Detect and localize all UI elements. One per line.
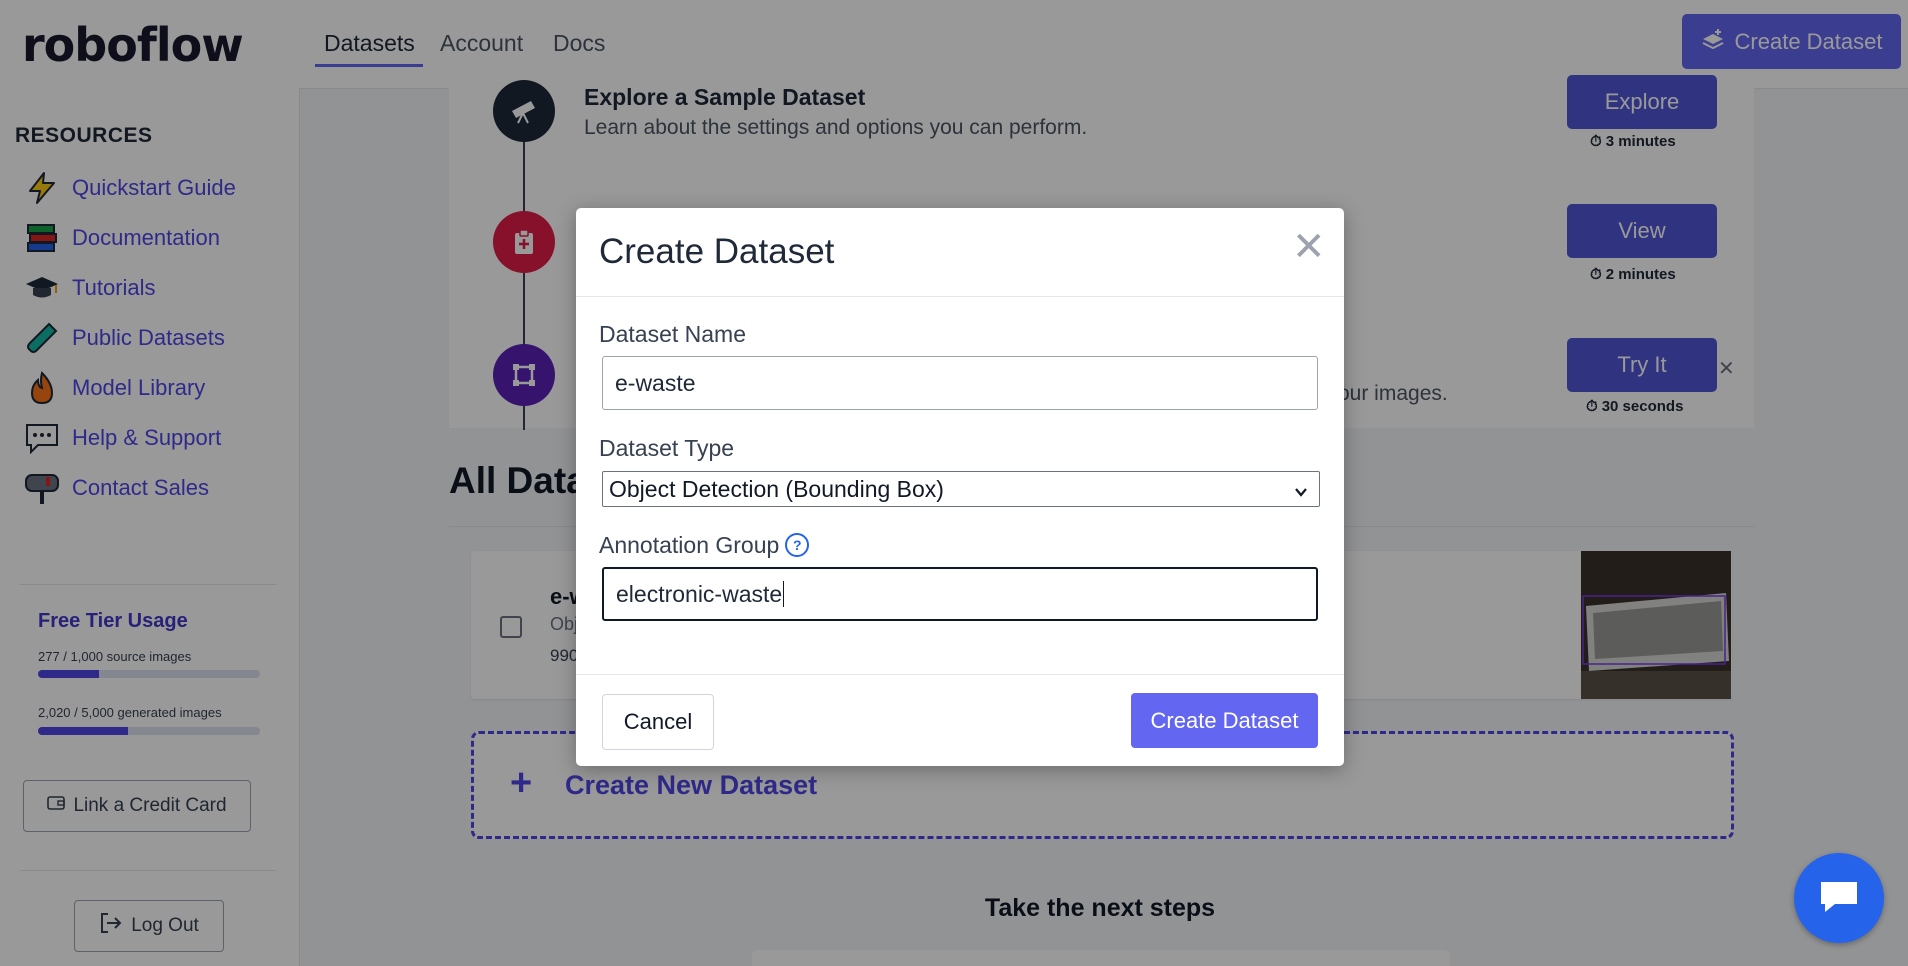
- close-icon[interactable]: ✕: [1292, 224, 1326, 270]
- dataset-type-value: Object Detection (Bounding Box): [609, 475, 944, 502]
- create-dataset-submit-button[interactable]: Create Dataset: [1131, 693, 1318, 748]
- dataset-type-select[interactable]: Object Detection (Bounding Box): [602, 471, 1320, 507]
- annotation-group-input[interactable]: electronic-waste: [602, 567, 1318, 621]
- dataset-name-value: e-waste: [615, 369, 696, 396]
- cancel-button[interactable]: Cancel: [602, 694, 714, 750]
- chat-support-button[interactable]: [1794, 853, 1884, 943]
- text-cursor: [783, 581, 785, 607]
- modal-header-divider: [576, 296, 1344, 297]
- dataset-name-input[interactable]: e-waste: [602, 356, 1318, 410]
- chevron-down-icon: [1293, 479, 1309, 506]
- annotation-group-label-text: Annotation Group: [599, 532, 780, 558]
- modal-title: Create Dataset: [599, 232, 835, 271]
- create-dataset-modal: Create Dataset ✕ Dataset Name e-waste Da…: [576, 208, 1344, 766]
- modal-footer-divider: [576, 674, 1344, 675]
- dataset-type-label: Dataset Type: [599, 435, 735, 461]
- annotation-group-value: electronic-waste: [616, 580, 783, 607]
- annotation-group-label: Annotation Group?: [599, 532, 810, 559]
- dataset-name-label: Dataset Name: [599, 321, 747, 347]
- help-icon[interactable]: ?: [785, 532, 810, 557]
- chat-bubble-icon: [1817, 876, 1861, 921]
